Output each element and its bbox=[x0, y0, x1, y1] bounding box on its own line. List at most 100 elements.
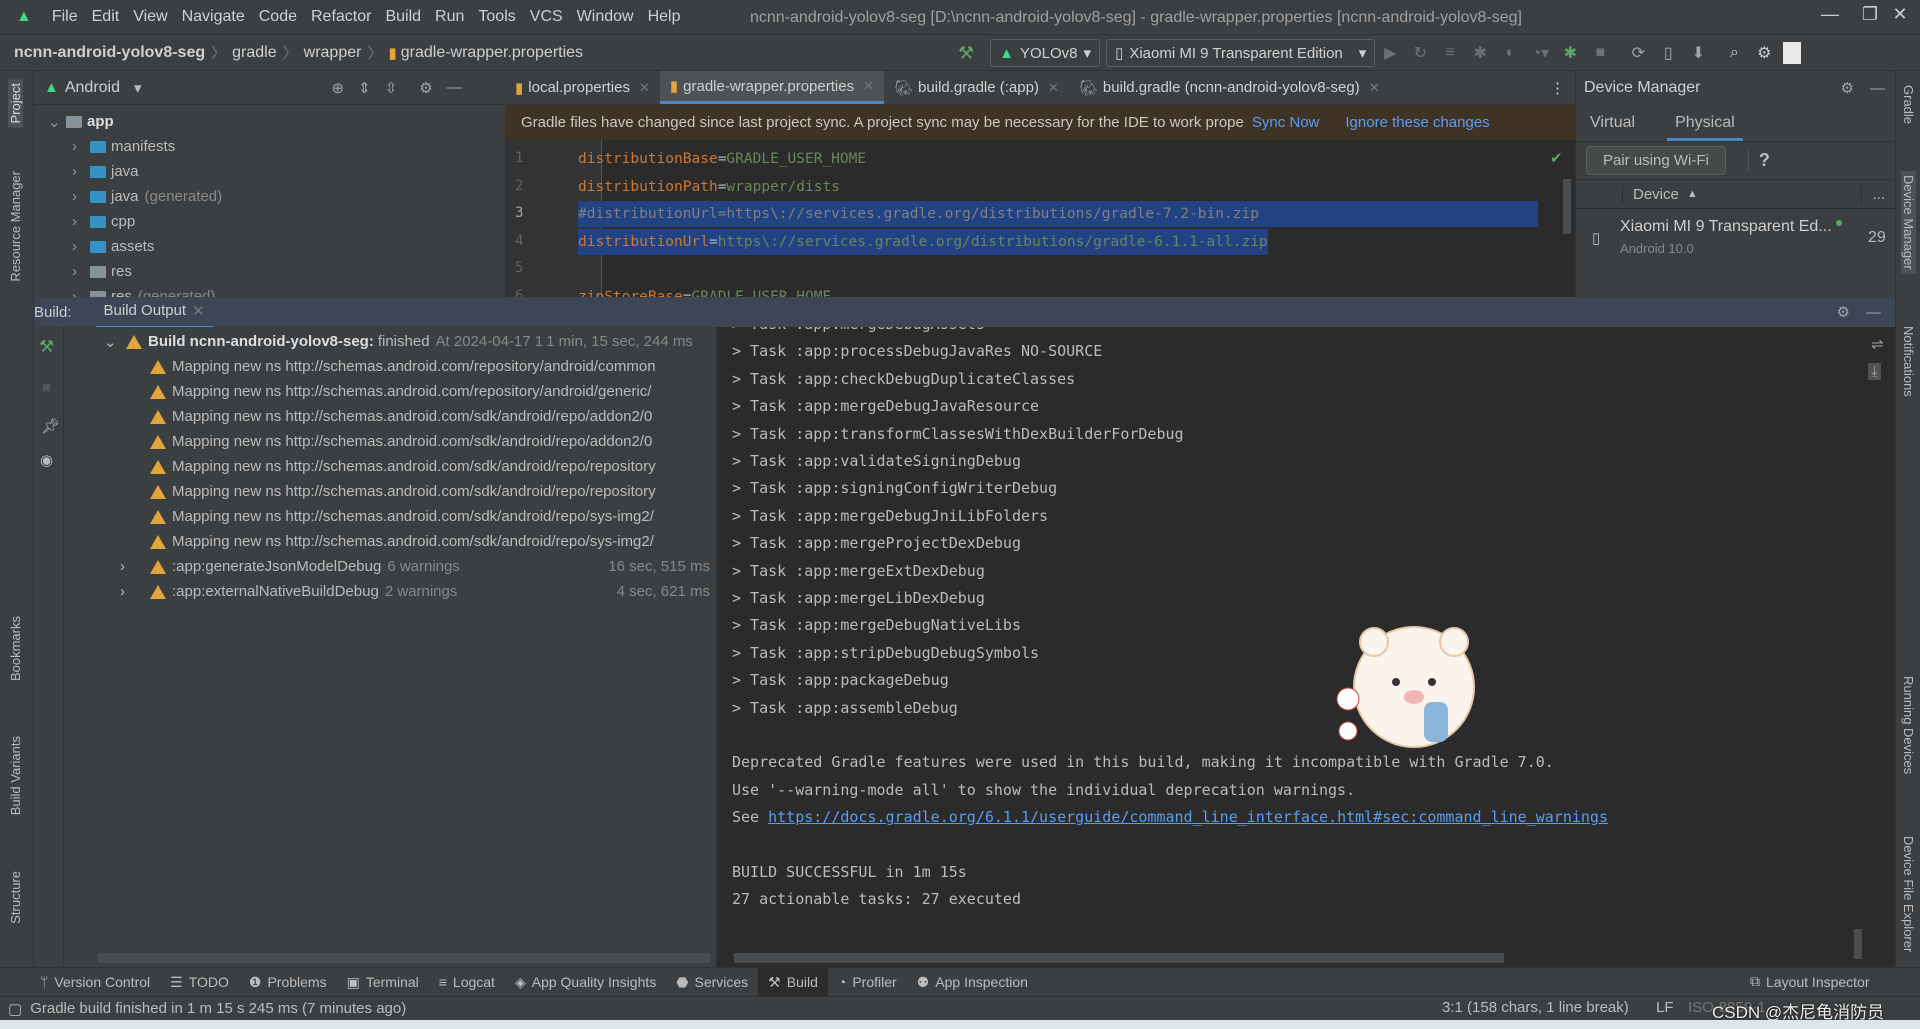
tool-app-quality-insights[interactable]: ◈ App Quality Insights bbox=[505, 968, 666, 997]
console-scrollbar[interactable] bbox=[734, 953, 1504, 963]
pin-icon[interactable]: 📌︎ bbox=[41, 417, 60, 435]
warning-row[interactable]: Mapping new ns http://schemas.android.co… bbox=[150, 504, 654, 529]
close-icon[interactable]: ✕ bbox=[192, 302, 205, 320]
gradle-sync-icon[interactable]: ⟳ bbox=[1627, 43, 1649, 63]
tab-build-output[interactable]: Build Output ✕ bbox=[95, 296, 213, 329]
tree-item[interactable]: › res bbox=[34, 259, 505, 284]
tool-profiler[interactable]: ◔ Profiler bbox=[828, 968, 907, 997]
tree-item[interactable]: ⌄ app bbox=[34, 109, 505, 134]
close-icon[interactable]: ✕ bbox=[1048, 80, 1059, 96]
attach-debugger-icon[interactable]: ◔▾ bbox=[1529, 43, 1551, 63]
editor-tab[interactable]: 🐘︎ build.gradle (ncnn-android-yolov8-seg)… bbox=[1069, 71, 1390, 104]
scroll-to-end-icon[interactable]: ⤓ bbox=[1868, 363, 1881, 380]
gear-icon[interactable]: ⚙ bbox=[1837, 303, 1850, 321]
tool-app-inspection[interactable]: ⚉ App Inspection bbox=[907, 968, 1038, 997]
warning-row[interactable]: Mapping new ns http://schemas.android.co… bbox=[150, 354, 656, 379]
layout-inspector-button[interactable]: ⧉ Layout Inspector bbox=[1740, 967, 1880, 996]
editor-tab[interactable]: ▮ local.properties ✕ bbox=[505, 71, 660, 104]
collapse-all-icon[interactable]: ⇳ bbox=[385, 79, 398, 97]
task-row[interactable]: ›:app:externalNativeBuildDebug 2 warnings… bbox=[120, 579, 710, 604]
hide-icon[interactable]: — bbox=[447, 79, 462, 96]
pair-wifi-button[interactable]: Pair using Wi-Fi bbox=[1586, 146, 1726, 175]
device-select[interactable]: ▯ Xiaomi MI 9 Transparent Edition ▾ bbox=[1106, 39, 1376, 67]
tree-item[interactable]: › java (generated) bbox=[34, 184, 505, 209]
console-vscrollbar[interactable] bbox=[1854, 929, 1862, 959]
sync-now-link[interactable]: Sync Now bbox=[1252, 114, 1320, 131]
tool-bookmarks[interactable]: Bookmarks bbox=[8, 616, 23, 681]
tool-build[interactable]: ⚒ Build bbox=[758, 967, 828, 997]
line-separator[interactable]: LF bbox=[1656, 999, 1674, 1016]
help-button[interactable]: ? bbox=[1747, 150, 1770, 171]
locate-icon[interactable]: ⊕ bbox=[332, 79, 345, 97]
warning-row[interactable]: Mapping new ns http://schemas.android.co… bbox=[150, 529, 654, 554]
expand-all-icon[interactable]: ⇕ bbox=[358, 79, 371, 97]
device-manager-icon[interactable]: ▯ bbox=[1657, 43, 1679, 63]
tool-problems[interactable]: ❶ Problems bbox=[239, 968, 337, 997]
close-icon[interactable]: ✕ bbox=[639, 80, 650, 96]
chevron-right-icon[interactable]: › bbox=[72, 213, 90, 230]
gear-icon[interactable]: ⚙ bbox=[1841, 79, 1854, 97]
chevron-right-icon[interactable]: › bbox=[72, 163, 90, 180]
code-line[interactable]: #distributionUrl=https\://services.gradl… bbox=[578, 201, 1259, 227]
breadcrumb-project[interactable]: ncnn-android-yolov8-seg bbox=[14, 44, 205, 62]
tool-logcat[interactable]: ≡ Logcat bbox=[429, 968, 505, 997]
tool-gradle[interactable]: Gradle bbox=[1901, 85, 1916, 124]
tool-version-control[interactable]: ᛘ Version Control bbox=[30, 968, 160, 997]
code-line[interactable]: distributionPath=wrapper/dists bbox=[578, 174, 840, 200]
docs-link[interactable]: https://docs.gradle.org/6.1.1/userguide/… bbox=[768, 808, 1608, 826]
stop-icon[interactable]: ■ bbox=[42, 379, 51, 396]
tab-physical[interactable]: Physical bbox=[1667, 106, 1743, 141]
chevron-right-icon[interactable]: › bbox=[120, 558, 150, 575]
avatar[interactable] bbox=[1783, 42, 1802, 64]
tool-services[interactable]: ⬣ Services bbox=[666, 968, 758, 997]
eye-icon[interactable]: ◉ bbox=[40, 451, 53, 469]
chevron-right-icon[interactable]: › bbox=[72, 238, 90, 255]
chevron-down-icon[interactable]: ⌄ bbox=[104, 333, 126, 351]
task-row[interactable]: ›:app:generateJsonModelDebug 6 warnings 16… bbox=[120, 554, 710, 579]
soft-wrap-icon[interactable]: ⇌ bbox=[1871, 335, 1884, 353]
menu-help[interactable]: Help bbox=[648, 8, 681, 26]
editor-tab[interactable]: ▮ gradle-wrapper.properties ✕ bbox=[659, 71, 884, 104]
chevron-right-icon[interactable]: › bbox=[72, 138, 90, 155]
menu-edit[interactable]: Edit bbox=[92, 8, 120, 26]
sdk-manager-icon[interactable]: ⬇ bbox=[1687, 43, 1709, 63]
code-line[interactable]: distributionUrl=https\://services.gradle… bbox=[578, 228, 1268, 255]
menu-view[interactable]: View bbox=[133, 8, 167, 26]
menu-build[interactable]: Build bbox=[385, 8, 421, 26]
warning-row[interactable]: Mapping new ns http://schemas.android.co… bbox=[150, 479, 656, 504]
debug-icon[interactable]: ✱ bbox=[1469, 43, 1491, 63]
tool-project[interactable]: Project bbox=[8, 79, 23, 128]
warning-row[interactable]: Mapping new ns http://schemas.android.co… bbox=[150, 379, 651, 404]
tool-notifications[interactable]: Notifications bbox=[1901, 326, 1916, 397]
hammer-build-icon[interactable]: ⚒ bbox=[958, 43, 974, 64]
menu-navigate[interactable]: Navigate bbox=[182, 8, 245, 26]
chevron-right-icon[interactable]: › bbox=[72, 188, 90, 205]
menu-refactor[interactable]: Refactor bbox=[311, 8, 371, 26]
menu-window[interactable]: Window bbox=[577, 8, 634, 26]
device-row[interactable]: ▯ Xiaomi MI 9 Transparent Ed... Android … bbox=[1576, 209, 1895, 267]
close-icon[interactable]: ✕ bbox=[863, 78, 874, 94]
status-toggle-icon[interactable]: ▢ bbox=[8, 1000, 22, 1018]
profile-icon[interactable]: ◐ bbox=[1499, 44, 1521, 62]
tree-item[interactable]: › java bbox=[34, 159, 505, 184]
hide-icon[interactable]: — bbox=[1866, 304, 1881, 321]
tool-device-manager[interactable]: Device Manager bbox=[1901, 171, 1916, 274]
run-icon[interactable]: ▶ bbox=[1379, 43, 1401, 63]
gear-icon[interactable]: ⚙ bbox=[1753, 43, 1775, 63]
tree-item[interactable]: › manifests bbox=[34, 134, 505, 159]
tree-scrollbar[interactable] bbox=[98, 953, 710, 963]
tool-todo[interactable]: ☰ TODO bbox=[160, 968, 239, 997]
menu-file[interactable]: File bbox=[52, 8, 78, 26]
gear-icon[interactable]: ⚙ bbox=[419, 79, 432, 97]
tree-item[interactable]: › assets bbox=[34, 234, 505, 259]
menu-code[interactable]: Code bbox=[259, 8, 297, 26]
code-line[interactable]: distributionBase=GRADLE_USER_HOME bbox=[578, 146, 866, 172]
warning-row[interactable]: Mapping new ns http://schemas.android.co… bbox=[150, 454, 656, 479]
search-icon[interactable]: ⌕ bbox=[1723, 44, 1745, 62]
stop-icon[interactable]: ■ bbox=[1589, 44, 1611, 62]
apply-code-changes-icon[interactable]: ≡ bbox=[1439, 44, 1461, 62]
tool-device-file-explorer[interactable]: Device File Explorer bbox=[1901, 836, 1916, 952]
hammer-icon[interactable]: ⚒ bbox=[39, 337, 54, 357]
tab-virtual[interactable]: Virtual bbox=[1590, 114, 1635, 132]
build-root-row[interactable]: ⌄ Build ncnn-android-yolov8-seg: finished A… bbox=[104, 329, 693, 354]
